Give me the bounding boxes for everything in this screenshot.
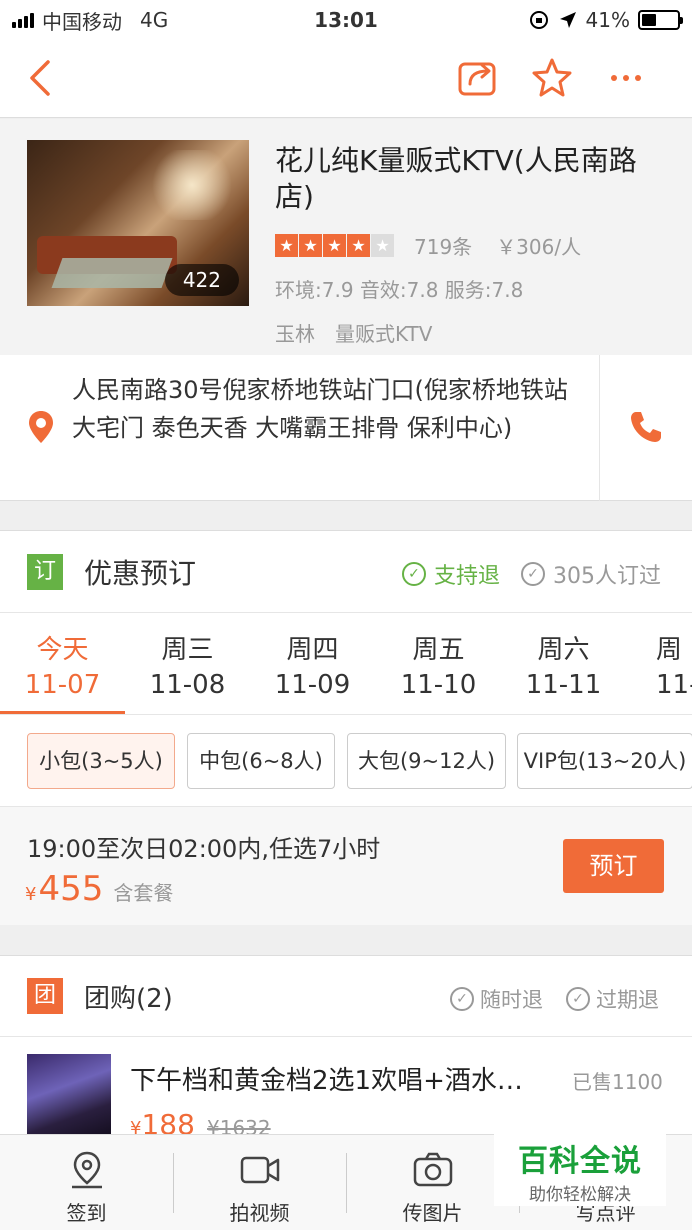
package-row[interactable]: 19:00至次日02:00内,任选7小时 ¥ 455 含套餐 预订 xyxy=(0,807,692,925)
shop-name: 花儿纯K量贩式KTV(人民南路店) xyxy=(275,144,637,213)
status-bar: 中国移动 4G 13:01 41% xyxy=(0,0,692,40)
group-buy-badge: 团 xyxy=(27,978,63,1014)
package-price: ¥ 455 含套餐 xyxy=(25,869,173,909)
date-tabs: 今天 11-07 周三 11-08 周四 11-09 周五 11-10 周六 1… xyxy=(0,613,692,715)
date-day: 周 xyxy=(656,635,683,665)
deal-thumbnail xyxy=(27,1054,111,1138)
battery-icon xyxy=(638,10,683,30)
signal-icon xyxy=(12,12,34,28)
anytime-refund-label: 随时退 xyxy=(480,988,543,1012)
room-option[interactable]: 大包(9~12人) xyxy=(347,733,506,789)
date-day: 周四 xyxy=(286,635,339,665)
checkin-tab[interactable]: 签到 xyxy=(0,1135,173,1230)
watermark-subtitle: 助你轻松解决 xyxy=(529,1185,631,1205)
shop-tags: 玉林 量贩式KTV xyxy=(275,318,432,347)
divider xyxy=(599,355,600,501)
date-md: 11-07 xyxy=(24,670,101,700)
booked-count: ✓ 305人订过 xyxy=(521,558,661,590)
category-tag: 量贩式KTV xyxy=(335,322,433,346)
expired-refund: ✓ 过期退 xyxy=(566,984,659,1014)
date-md: 11-10 xyxy=(400,670,477,700)
star-icon: ★ xyxy=(347,234,370,257)
network-label: 4G xyxy=(140,8,169,32)
battery-percent: 41% xyxy=(585,8,630,32)
date-md: 11-09 xyxy=(274,670,351,700)
address-text: 人民南路30号倪家桥地铁站门口(倪家桥地铁站 大宅门 泰色天香 大嘴霸王排骨 保… xyxy=(72,376,568,442)
booking-section: 订 优惠预订 ✓ 支持退 ✓ 305人订过 今天 11-07 周三 11-08 … xyxy=(0,530,692,925)
navigation-bar xyxy=(0,40,692,118)
checkin-label: 签到 xyxy=(66,1201,107,1225)
book-button[interactable]: 预订 xyxy=(563,839,664,893)
date-md: 11- xyxy=(656,670,692,700)
anytime-refund: ✓ 随时退 xyxy=(450,984,543,1014)
date-tab[interactable]: 周六 11-11 xyxy=(501,613,626,714)
room-option[interactable]: VIP包(13~20人) xyxy=(517,733,692,789)
group-buy-header: 团 团购(2) ✓ 随时退 ✓ 过期退 xyxy=(0,956,692,1037)
booked-count-label: 305人订过 xyxy=(553,564,661,589)
video-label: 拍视频 xyxy=(229,1201,290,1225)
booking-badge: 订 xyxy=(27,554,63,590)
date-day: 周六 xyxy=(537,635,590,665)
booking-header: 订 优惠预订 ✓ 支持退 ✓ 305人订过 xyxy=(0,531,692,613)
date-day: 周五 xyxy=(412,635,465,665)
location-pin-icon xyxy=(29,411,53,443)
camera-icon xyxy=(413,1152,453,1187)
star-rating: ★ ★ ★ ★ ★ xyxy=(275,234,394,257)
support-refund-label: 支持退 xyxy=(434,564,501,589)
date-day: 今天 xyxy=(36,635,89,665)
watermark-logo: 百科全说 助你轻松解决 xyxy=(494,1130,666,1206)
support-refund: ✓ 支持退 xyxy=(402,558,500,590)
booking-title: 优惠预订 xyxy=(84,557,197,590)
rotation-lock-icon xyxy=(529,11,548,29)
room-option[interactable]: 小包(3~5人) xyxy=(27,733,175,789)
phone-icon[interactable] xyxy=(628,409,664,445)
photo-count-badge: 422 xyxy=(164,264,239,296)
check-circle-icon: ✓ xyxy=(566,987,590,1011)
package-desc: 19:00至次日02:00内,任选7小时 xyxy=(27,835,381,863)
package-price-value: 455 xyxy=(38,869,104,909)
video-tab[interactable]: 拍视频 xyxy=(173,1135,346,1230)
date-tab[interactable]: 周五 11-10 xyxy=(376,613,501,714)
location-icon xyxy=(72,1151,102,1189)
deal-title: 下午档和黄金档2选1欢唱+酒水… xyxy=(130,1066,523,1096)
group-buy-title: 团购(2) xyxy=(84,984,173,1014)
rating-row: ★ ★ ★ ★ ★ 719条 ￥306/人 xyxy=(275,231,581,260)
back-icon[interactable] xyxy=(22,56,62,100)
price-per-person: ￥306/人 xyxy=(496,235,582,259)
room-option[interactable]: 中包(6~8人) xyxy=(187,733,335,789)
room-type-options: 小包(3~5人) 中包(6~8人) 大包(9~12人) VIP包(13~20人) xyxy=(0,715,692,807)
date-tab[interactable]: 周 11- xyxy=(626,613,692,714)
address-row[interactable]: 人民南路30号倪家桥地铁站门口(倪家桥地铁站 大宅门 泰色天香 大嘴霸王排骨 保… xyxy=(0,355,692,501)
date-md: 11-11 xyxy=(525,670,602,700)
package-note: 含套餐 xyxy=(113,881,174,905)
date-md: 11-08 xyxy=(149,670,226,700)
currency-symbol: ¥ xyxy=(25,884,37,905)
location-arrow-icon xyxy=(559,12,576,28)
carrier-label: 中国移动 xyxy=(42,9,122,34)
shop-header: 422 花儿纯K量贩式KTV(人民南路店) ★ ★ ★ ★ ★ 719条 ￥30… xyxy=(0,119,692,355)
more-icon[interactable] xyxy=(604,56,648,100)
check-circle-icon: ✓ xyxy=(450,987,474,1011)
watermark-title: 百科全说 xyxy=(518,1144,642,1179)
share-icon[interactable] xyxy=(456,56,500,100)
date-tab[interactable]: 今天 11-07 xyxy=(0,613,125,714)
date-day: 周三 xyxy=(161,635,214,665)
review-count[interactable]: 719条 xyxy=(414,231,472,260)
expired-refund-label: 过期退 xyxy=(596,988,659,1012)
star-icon: ★ xyxy=(323,234,346,257)
star-icon: ★ xyxy=(299,234,322,257)
date-tab[interactable]: 周三 11-08 xyxy=(125,613,250,714)
star-icon: ★ xyxy=(275,234,298,257)
deal-sold-count: 已售1100 xyxy=(572,1070,663,1094)
area-tag: 玉林 xyxy=(275,322,315,346)
favorite-star-icon[interactable] xyxy=(530,56,574,100)
video-icon xyxy=(240,1156,280,1184)
check-circle-icon: ✓ xyxy=(402,562,426,586)
star-empty-icon: ★ xyxy=(371,234,394,257)
date-tab[interactable]: 周四 11-09 xyxy=(250,613,375,714)
score-breakdown: 环境:7.9 音效:7.8 服务:7.8 xyxy=(275,278,524,302)
shop-photo[interactable]: 422 xyxy=(27,140,249,306)
check-circle-icon: ✓ xyxy=(521,562,545,586)
